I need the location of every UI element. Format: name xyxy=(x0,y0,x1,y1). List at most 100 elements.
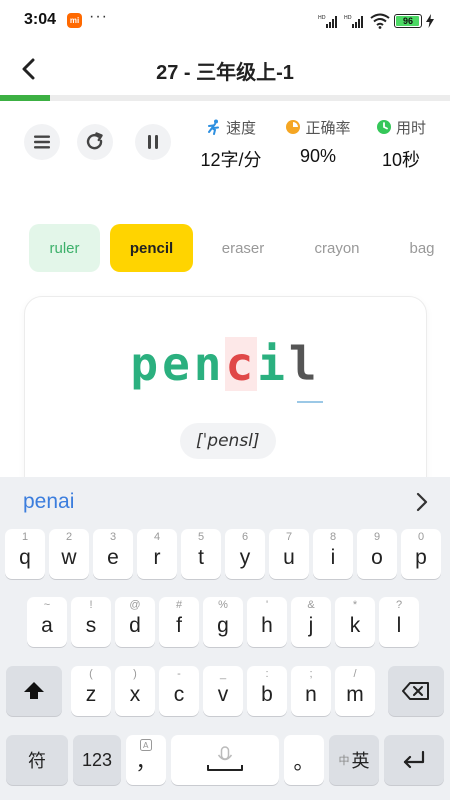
key-y[interactable]: 6y xyxy=(225,529,265,579)
key-d[interactable]: @ d xyxy=(115,597,155,647)
lesson-progress-fill xyxy=(0,95,50,101)
restart-button[interactable] xyxy=(77,124,113,160)
stat-accuracy-label: 正确率 xyxy=(305,119,351,137)
status-bar: 3:04 mi ··· HD HD 96 xyxy=(0,0,450,42)
period-key[interactable]: 。 xyxy=(284,735,324,785)
key-g[interactable]: % g xyxy=(203,597,243,647)
menu-button[interactable] xyxy=(24,124,60,160)
svg-text:HD: HD xyxy=(318,15,326,21)
key-label: x xyxy=(129,683,141,706)
key-v[interactable]: _ v xyxy=(203,666,243,716)
key-h[interactable]: ' h xyxy=(247,597,287,647)
key-hint: 9 xyxy=(373,531,381,543)
signal-icon: HD xyxy=(318,15,337,28)
charging-icon xyxy=(426,14,434,28)
language-secondary-label: 中 xyxy=(338,755,350,767)
symbols-key[interactable]: 符 xyxy=(6,735,68,785)
key-hint: # xyxy=(175,599,183,611)
key-label: e xyxy=(107,546,119,569)
key-q[interactable]: 1q xyxy=(5,529,45,579)
key-s[interactable]: ! s xyxy=(71,597,111,647)
key-label: c xyxy=(173,683,185,706)
key-hint: ? xyxy=(395,599,403,611)
backspace-key[interactable] xyxy=(388,666,444,716)
key-hint: 5 xyxy=(197,531,205,543)
key-label: h xyxy=(261,614,273,637)
key-n[interactable]: ; n xyxy=(291,666,331,716)
word-chip-pencil[interactable]: pencil xyxy=(110,224,193,272)
key-label: n xyxy=(305,683,317,706)
runner-icon xyxy=(207,119,219,135)
key-c[interactable]: -c xyxy=(159,666,199,716)
comma-key-label: ， xyxy=(135,751,157,774)
chevron-right-icon[interactable] xyxy=(412,491,432,513)
key-x[interactable]: ) x xyxy=(115,666,155,716)
clock-icon xyxy=(376,120,391,134)
key-label: k xyxy=(349,614,361,637)
key-u[interactable]: 7u xyxy=(269,529,309,579)
key-hint: - xyxy=(177,668,181,680)
wifi-icon xyxy=(370,13,390,29)
key-hint: ' xyxy=(265,599,269,611)
enter-icon xyxy=(403,750,425,769)
word-card: pencil [ˈpensl] xyxy=(24,296,427,496)
key-label: q xyxy=(19,546,31,569)
current-letter: c xyxy=(225,337,258,391)
key-i[interactable]: 8i xyxy=(313,529,353,579)
key-m[interactable]: / m xyxy=(335,666,375,716)
word-chip-crayon[interactable]: crayon xyxy=(297,224,377,272)
key-hint: ( xyxy=(89,668,93,680)
key-label: d xyxy=(129,614,141,637)
space-key[interactable] xyxy=(171,735,279,785)
numbers-key-label: 123 xyxy=(81,749,113,770)
key-label: v xyxy=(217,683,229,706)
battery-percent: 96 xyxy=(402,16,413,26)
soft-keyboard: penai 1q2w3e4r5t6y7u8i9o0p ~ a! s @ d # f% g ' h &… xyxy=(0,477,450,800)
pie-icon xyxy=(286,120,301,134)
signal-icon: HD xyxy=(344,15,363,28)
key-p[interactable]: 0p xyxy=(401,529,441,579)
key-b[interactable]: :b xyxy=(247,666,287,716)
key-hint: 6 xyxy=(241,531,249,543)
word-chip-bag[interactable]: bag xyxy=(396,224,448,272)
word-chip-ruler[interactable]: ruler xyxy=(29,224,100,272)
key-label: l xyxy=(396,614,402,637)
typed-correct-letters: pen xyxy=(130,337,226,391)
enter-key[interactable] xyxy=(384,735,444,785)
lesson-progress-bar xyxy=(0,95,450,101)
word-chip-eraser[interactable]: eraser xyxy=(206,224,280,272)
key-l[interactable]: ? l xyxy=(379,597,419,647)
key-z[interactable]: (z xyxy=(71,666,111,716)
microphone-icon xyxy=(207,746,243,771)
key-hint: ~ xyxy=(43,599,51,611)
key-e[interactable]: 3e xyxy=(93,529,133,579)
key-hint: _ xyxy=(219,668,227,680)
numbers-key[interactable]: 123 xyxy=(73,735,121,785)
symbols-key-label: 符 xyxy=(28,751,46,771)
key-w[interactable]: 2w xyxy=(49,529,89,579)
stat-accuracy-value: 90% xyxy=(299,146,337,166)
key-k[interactable]: * k xyxy=(335,597,375,647)
typed-letters-after: i xyxy=(257,337,289,391)
key-a[interactable]: ~ a xyxy=(27,597,67,647)
phonetic-pill[interactable]: [ˈpensl] xyxy=(180,423,276,459)
stat-speed-label: 速度 xyxy=(225,119,256,137)
key-o[interactable]: 9o xyxy=(357,529,397,579)
key-f[interactable]: # f xyxy=(159,597,199,647)
menu-icon xyxy=(34,135,50,149)
key-t[interactable]: 5t xyxy=(181,529,221,579)
language-key-label: 英 xyxy=(351,751,370,771)
shift-key[interactable] xyxy=(6,666,62,716)
candidate-bar: penai xyxy=(0,477,450,527)
key-hint: 2 xyxy=(65,531,73,543)
key-label: u xyxy=(283,546,295,569)
key-r[interactable]: 4r xyxy=(137,529,177,579)
key-j[interactable]: & j xyxy=(291,597,331,647)
key-hint: 7 xyxy=(285,531,293,543)
stat-time: 用时 10秒 xyxy=(370,116,432,172)
stat-time-value: 10秒 xyxy=(381,150,421,170)
pause-button[interactable] xyxy=(135,124,171,160)
language-switch-key[interactable]: 中 英 xyxy=(329,735,379,785)
comma-key[interactable]: A ， xyxy=(126,735,166,785)
candidate-text[interactable]: penai xyxy=(23,490,74,514)
